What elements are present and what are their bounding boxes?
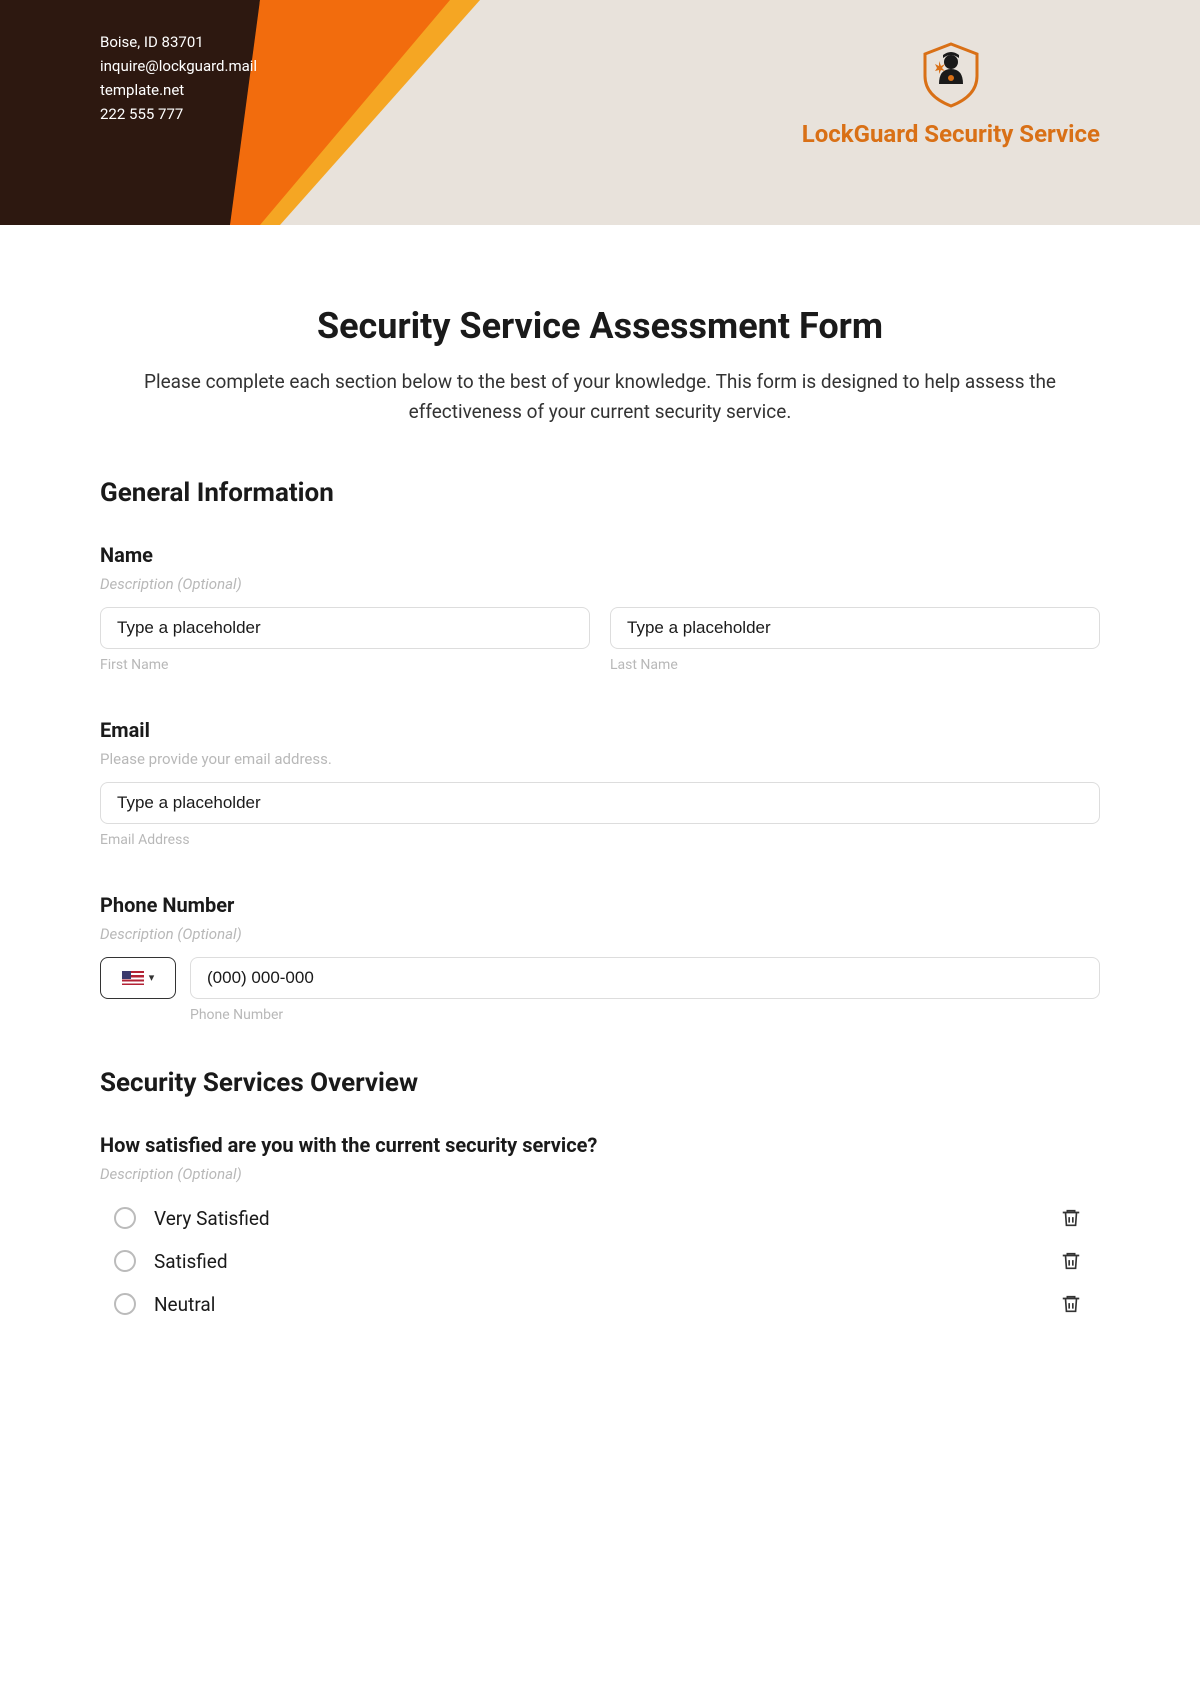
logo-area: LockGuard Security Service [802, 38, 1100, 148]
last-name-input[interactable] [610, 607, 1100, 649]
country-code-select[interactable]: ▾ [100, 957, 176, 999]
radio-option: Neutral [100, 1283, 1100, 1326]
contact-email: inquire@lockguard.mail [100, 54, 257, 78]
radio-option: Satisfied [100, 1240, 1100, 1283]
delete-option-button[interactable] [1060, 1250, 1082, 1272]
email-input[interactable] [100, 782, 1100, 824]
first-name-sublabel: First Name [100, 657, 590, 673]
radio-input[interactable] [114, 1250, 136, 1272]
phone-label: Phone Number [100, 893, 1100, 917]
name-field-block: Name Description (Optional) First Name L… [100, 543, 1100, 673]
contact-address: Boise, ID 83701 [100, 30, 257, 54]
shield-guard-icon [915, 38, 987, 110]
phone-sublabel: Phone Number [190, 1007, 1100, 1023]
satisfaction-field-block: How satisfied are you with the current s… [100, 1133, 1100, 1326]
satisfaction-options: Very Satisfied Satisfied Neutral [100, 1197, 1100, 1326]
contact-phone: 222 555 777 [100, 102, 257, 126]
phone-field-block: Phone Number Description (Optional) ▾ Ph… [100, 893, 1100, 1023]
phone-desc: Description (Optional) [100, 925, 1100, 943]
radio-label: Neutral [154, 1293, 1060, 1316]
last-name-sublabel: Last Name [610, 657, 1100, 673]
page-header: Boise, ID 83701 inquire@lockguard.mail t… [0, 0, 1200, 225]
form-content: Security Service Assessment Form Please … [0, 225, 1200, 1411]
satisfaction-question: How satisfied are you with the current s… [100, 1133, 1100, 1157]
chevron-down-icon: ▾ [149, 971, 155, 984]
contact-website: template.net [100, 78, 257, 102]
radio-option: Very Satisfied [100, 1197, 1100, 1240]
satisfaction-desc: Description (Optional) [100, 1165, 1100, 1183]
form-intro: Please complete each section below to th… [100, 367, 1100, 428]
delete-option-button[interactable] [1060, 1293, 1082, 1315]
radio-input[interactable] [114, 1293, 136, 1315]
company-name: LockGuard Security Service [802, 120, 1100, 148]
phone-input[interactable] [190, 957, 1100, 999]
section-heading-general: General Information [100, 478, 1100, 508]
section-heading-overview: Security Services Overview [100, 1068, 1100, 1098]
contact-info: Boise, ID 83701 inquire@lockguard.mail t… [100, 30, 257, 126]
radio-label: Very Satisfied [154, 1207, 1060, 1230]
radio-label: Satisfied [154, 1250, 1060, 1273]
email-desc: Please provide your email address. [100, 750, 1100, 768]
email-label: Email [100, 718, 1100, 742]
name-desc: Description (Optional) [100, 575, 1100, 593]
email-field-block: Email Please provide your email address.… [100, 718, 1100, 848]
radio-input[interactable] [114, 1207, 136, 1229]
us-flag-icon [122, 971, 144, 985]
delete-option-button[interactable] [1060, 1207, 1082, 1229]
form-title: Security Service Assessment Form [100, 305, 1100, 347]
email-sublabel: Email Address [100, 832, 1100, 848]
name-label: Name [100, 543, 1100, 567]
first-name-input[interactable] [100, 607, 590, 649]
